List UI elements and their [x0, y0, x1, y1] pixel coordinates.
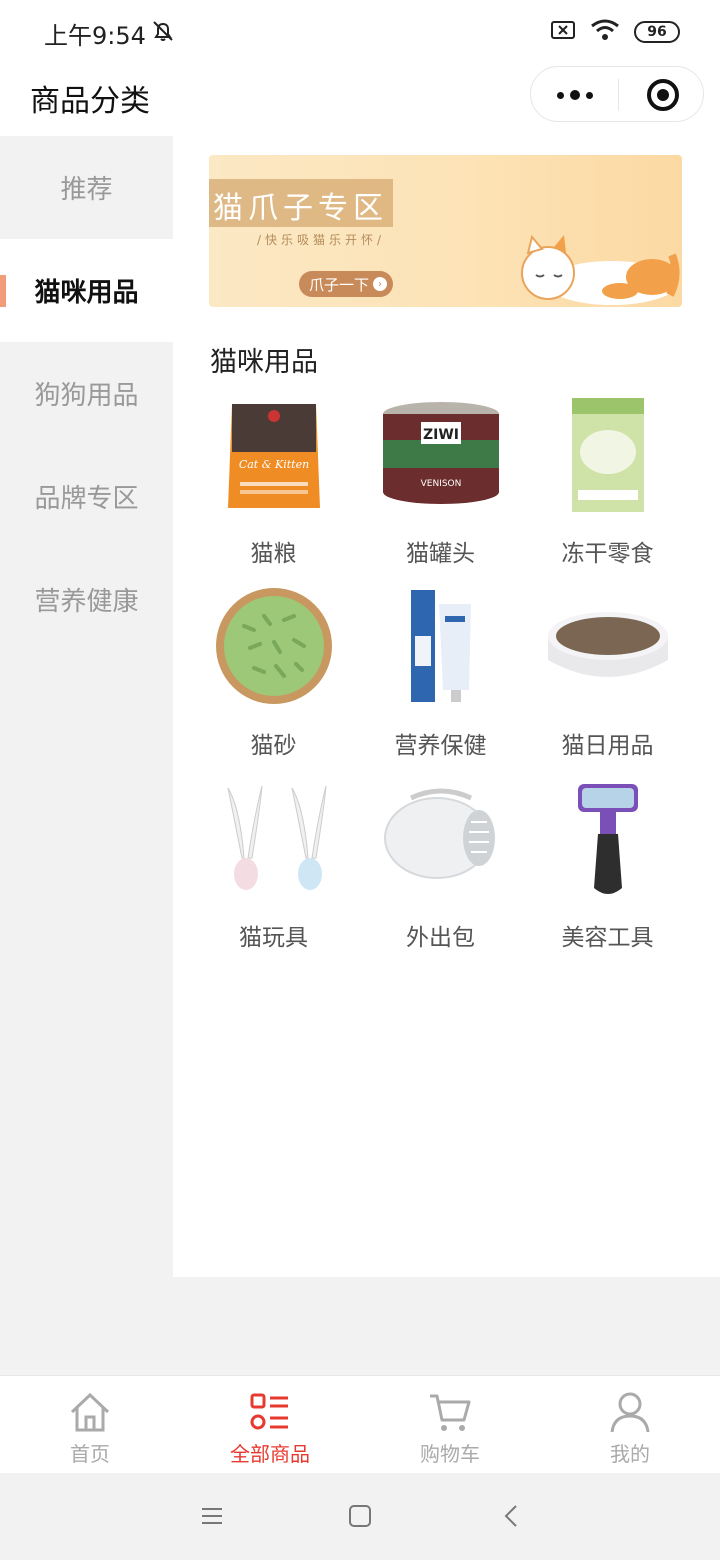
tab-label: 我的 — [610, 1442, 650, 1466]
pet-carrier-icon — [384, 788, 495, 879]
sidebar-item-label: 营养健康 — [34, 587, 139, 617]
product-daily-use[interactable]: 猫日用品 — [524, 586, 691, 778]
svg-text:ZIWI: ZIWI — [423, 427, 459, 443]
capsule-divider — [618, 79, 619, 111]
product-label: 美容工具 — [561, 925, 654, 951]
active-marker — [0, 275, 6, 307]
page-title: 商品分类 — [30, 84, 150, 119]
product-label: 猫日用品 — [561, 733, 654, 759]
sidebar-item-health[interactable]: 营养健康 — [0, 548, 173, 651]
product-cat-food[interactable]: Cat & Kitten 猫粮 — [190, 394, 357, 586]
feather-toy-icon — [227, 785, 327, 890]
bottom-tab-bar: 首页 全部商品 购物车 我的 — [0, 1375, 720, 1473]
product-label: 猫砂 — [250, 733, 297, 759]
tab-home[interactable]: 首页 — [0, 1376, 180, 1474]
banner-subtitle: /快乐吸猫乐开怀/ — [257, 233, 386, 247]
system-nav-bar — [0, 1473, 720, 1560]
banner-title: 猫爪子专区 — [213, 191, 388, 226]
product-cat-litter[interactable]: 猫砂 — [190, 586, 357, 778]
mini-program-capsule — [530, 66, 704, 122]
category-content: 猫爪子专区 /快乐吸猫乐开怀/ 爪子一下 › 猫咪用品 Cat & Kitten — [173, 136, 720, 1277]
home-icon — [70, 1392, 110, 1432]
product-label: 冻干零食 — [561, 541, 654, 567]
product-carrier[interactable]: 外出包 — [357, 778, 524, 970]
tab-label: 购物车 — [420, 1442, 480, 1466]
battery-icon: 96 — [634, 21, 680, 43]
product-label: 营养保健 — [394, 733, 487, 759]
product-label: 猫玩具 — [239, 925, 308, 951]
arrow-right-icon: › — [373, 277, 388, 291]
product-nutrition[interactable]: 营养保健 — [357, 586, 524, 778]
header: 商品分类 — [0, 64, 720, 136]
category-sidebar: 推荐 猫咪用品 狗狗用品 品牌专区 营养健康 — [0, 136, 173, 1375]
scratcher-bowl-icon — [548, 612, 668, 677]
sidebar-item-dog[interactable]: 狗狗用品 — [0, 342, 173, 445]
back-icon[interactable] — [499, 1503, 525, 1529]
cat-food-bag-icon: Cat & Kitten — [228, 404, 320, 508]
product-label: 外出包 — [406, 925, 475, 951]
user-icon — [610, 1392, 650, 1433]
promo-banner[interactable]: 猫爪子专区 /快乐吸猫乐开怀/ 爪子一下 › — [209, 155, 682, 307]
cat-can-icon: ZIWI VENISON — [383, 402, 499, 504]
status-time: 上午9:54 — [44, 22, 146, 50]
tab-all-products[interactable]: 全部商品 — [180, 1376, 360, 1474]
content-bottom-area — [173, 1277, 720, 1375]
sidebar-item-label: 推荐 — [60, 175, 113, 205]
tab-label: 首页 — [70, 1442, 110, 1466]
tab-mine[interactable]: 我的 — [540, 1376, 720, 1474]
menu-icon[interactable] — [199, 1503, 225, 1529]
svg-text:VENISON: VENISON — [421, 479, 462, 489]
sidebar-item-cat[interactable]: 猫咪用品 — [0, 239, 173, 342]
home-square-icon[interactable] — [347, 1503, 373, 1529]
product-grooming[interactable]: 美容工具 — [524, 778, 691, 970]
product-freeze-dried[interactable]: 冻干零食 — [524, 394, 691, 586]
product-cat-toy[interactable]: 猫玩具 — [190, 778, 357, 970]
sidebar-item-label: 猫咪用品 — [34, 278, 139, 308]
product-label: 猫粮 — [250, 541, 297, 567]
category-list-icon — [250, 1393, 288, 1430]
product-label: 猫罐头 — [406, 541, 475, 567]
freeze-dried-snack-icon — [572, 398, 644, 512]
wifi-icon — [590, 18, 620, 46]
sidebar-item-recommend[interactable]: 推荐 — [0, 136, 173, 239]
product-cat-can[interactable]: ZIWI VENISON 猫罐头 — [357, 394, 524, 586]
more-icon[interactable] — [555, 80, 595, 110]
banner-button-label: 爪子一下 — [309, 275, 370, 294]
sidebar-item-label: 狗狗用品 — [34, 381, 139, 411]
cart-icon — [430, 1394, 471, 1431]
cat-litter-icon — [216, 588, 332, 704]
sidebar-item-brand[interactable]: 品牌专区 — [0, 445, 173, 548]
sleeping-cat-illustration — [521, 234, 680, 305]
tab-cart[interactable]: 购物车 — [360, 1376, 540, 1474]
sidebar-item-label: 品牌专区 — [34, 484, 139, 514]
sim-off-icon — [550, 19, 576, 45]
svg-text:Cat & Kitten: Cat & Kitten — [239, 458, 309, 471]
nutrition-tube-icon — [411, 590, 471, 702]
tab-label: 全部商品 — [230, 1442, 310, 1466]
grooming-brush-icon — [578, 784, 638, 894]
banner-button[interactable]: 爪子一下 › — [299, 271, 393, 297]
mute-bell-icon — [150, 18, 176, 48]
status-bar: 上午9:54 96 — [0, 0, 720, 64]
close-miniprogram-icon[interactable] — [647, 79, 679, 111]
section-title: 猫咪用品 — [210, 347, 318, 378]
